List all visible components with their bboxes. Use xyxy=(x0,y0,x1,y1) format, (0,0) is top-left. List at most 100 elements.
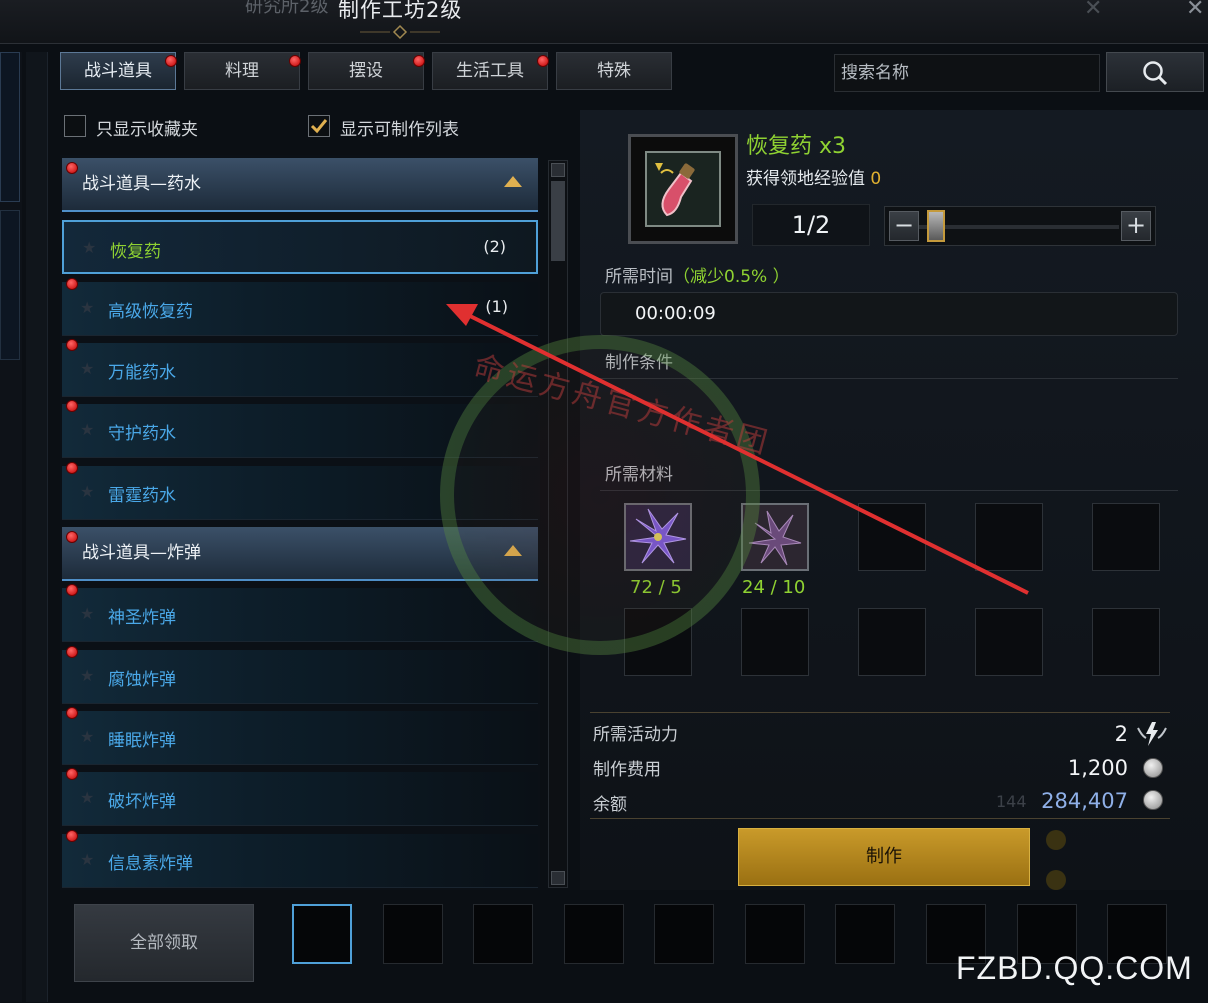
material-slot-empty xyxy=(975,503,1043,571)
recovery-potion-icon xyxy=(655,163,695,217)
scroll-thumb[interactable] xyxy=(551,181,565,261)
item-name: 守护药水 xyxy=(108,424,176,444)
favorite-star-icon[interactable]: ★ xyxy=(80,604,94,623)
item-name: 高级恢复药 xyxy=(108,302,193,322)
left-strip-tab[interactable] xyxy=(0,210,20,360)
favorite-star-icon[interactable]: ★ xyxy=(80,788,94,807)
purple-lily-icon xyxy=(629,508,687,564)
cost-label: 制作费用 xyxy=(593,760,661,780)
background-close-icon: ✕ xyxy=(1084,0,1103,21)
material-slot-empty xyxy=(1092,503,1160,571)
notification-dot xyxy=(66,162,78,174)
divider xyxy=(590,712,1170,713)
item-name: 信息素炸弹 xyxy=(108,854,193,874)
claim-all-button[interactable]: 全部领取 xyxy=(74,904,254,982)
favorite-star-icon[interactable]: ★ xyxy=(80,666,94,685)
list-item-pheromone-bomb[interactable]: ★ 信息素炸弹 xyxy=(62,830,538,888)
item-name: 破坏炸弹 xyxy=(108,792,176,812)
quantity-slider[interactable]: − + xyxy=(884,206,1156,246)
material-slot-empty xyxy=(624,608,692,676)
checkmark-icon xyxy=(310,119,328,134)
dark-lily-icon xyxy=(748,510,802,566)
favorite-star-icon[interactable]: ★ xyxy=(80,727,94,746)
list-scrollbar[interactable] xyxy=(548,160,568,888)
notification-dot xyxy=(66,400,78,412)
search-input[interactable]: 搜索名称 xyxy=(834,54,1100,92)
scroll-down-icon[interactable] xyxy=(551,871,565,885)
list-item-panacea[interactable]: ★ 万能药水 xyxy=(62,339,538,397)
divider xyxy=(590,818,1170,819)
favorites-only-checkbox[interactable] xyxy=(64,115,86,137)
search-icon xyxy=(1143,61,1168,86)
title-bar xyxy=(0,0,1208,44)
category-header-potions[interactable]: 战斗道具—药水 xyxy=(62,158,538,212)
notification-dot xyxy=(66,646,78,658)
material-slot-empty xyxy=(858,608,926,676)
list-item-destruction-bomb[interactable]: ★ 破坏炸弹 xyxy=(62,768,538,826)
status-dot-icon xyxy=(1046,830,1066,850)
favorite-star-icon[interactable]: ★ xyxy=(80,850,94,869)
list-item-corrosion-bomb[interactable]: ★ 腐蚀炸弹 xyxy=(62,646,538,704)
tab-special[interactable]: 特殊 xyxy=(556,52,672,90)
item-name-title: 恢复药 x3 xyxy=(746,134,847,159)
close-icon[interactable]: ✕ xyxy=(1186,0,1204,21)
material-quantity: 24 / 10 xyxy=(742,577,806,598)
notification-dot xyxy=(413,55,425,67)
status-dot-icon xyxy=(1046,870,1066,890)
craft-button[interactable]: 制作 xyxy=(738,828,1030,886)
slider-knob[interactable] xyxy=(927,210,945,242)
decrease-button[interactable]: − xyxy=(889,211,919,241)
output-slot[interactable] xyxy=(654,904,714,964)
left-sidebar-strip xyxy=(0,52,22,1002)
material-quantity: 72 / 5 xyxy=(630,577,682,598)
slider-track[interactable] xyxy=(919,225,1119,229)
category-header-bombs[interactable]: 战斗道具—炸弹 xyxy=(62,527,538,581)
output-slot[interactable] xyxy=(835,904,895,964)
notification-dot xyxy=(66,584,78,596)
silver-coin-icon xyxy=(1143,790,1163,810)
silver-coin-icon xyxy=(1143,758,1163,778)
tab-combat-items[interactable]: 战斗道具 xyxy=(60,52,177,90)
item-icon-frame xyxy=(628,134,738,244)
favorite-star-icon[interactable]: ★ xyxy=(80,420,94,439)
notification-dot xyxy=(537,55,549,67)
favorite-star-icon[interactable]: ★ xyxy=(80,359,94,378)
list-item-sleep-bomb[interactable]: ★ 睡眠炸弹 xyxy=(62,707,538,765)
collapse-caret-icon[interactable] xyxy=(504,545,522,556)
favorite-star-icon[interactable]: ★ xyxy=(80,482,94,501)
collapse-caret-icon[interactable] xyxy=(504,176,522,187)
search-button[interactable] xyxy=(1106,52,1204,92)
favorite-star-icon[interactable]: ★ xyxy=(82,238,96,257)
energy-wings-icon xyxy=(1137,722,1167,746)
increase-button[interactable]: + xyxy=(1121,211,1151,241)
notification-dot xyxy=(66,830,78,842)
tab-cooking[interactable]: 料理 xyxy=(184,52,301,90)
background-window-title: 研究所2级 xyxy=(245,0,329,17)
material-slot-empty xyxy=(975,608,1043,676)
material-slot-empty xyxy=(858,503,926,571)
output-slot[interactable] xyxy=(745,904,805,964)
left-strip-tab[interactable] xyxy=(0,52,20,202)
output-slot[interactable] xyxy=(473,904,533,964)
output-slot[interactable] xyxy=(292,904,352,964)
time-reduction: （减少0.5% ） xyxy=(673,267,790,287)
craftable-count: (2) xyxy=(483,237,506,256)
balance-value: 284,407 xyxy=(1041,789,1128,813)
scroll-up-icon[interactable] xyxy=(551,163,565,177)
list-item-guardian-potion[interactable]: ★ 守护药水 xyxy=(62,400,538,458)
favorite-star-icon[interactable]: ★ xyxy=(80,298,94,317)
tab-life-tools[interactable]: 生活工具 xyxy=(432,52,549,90)
material-slot[interactable] xyxy=(624,503,692,571)
output-slot[interactable] xyxy=(383,904,443,964)
craftable-only-checkbox[interactable] xyxy=(308,115,330,137)
cost-value: 1,200 xyxy=(1067,756,1128,780)
window-title: 制作工坊2级 xyxy=(338,0,463,22)
list-item-recovery-potion[interactable]: ★ 恢复药 (2) xyxy=(62,220,538,274)
list-item-thunder-potion[interactable]: ★ 雷霆药水 xyxy=(62,462,538,520)
materials-label: 所需材料 xyxy=(605,465,673,485)
output-slot[interactable] xyxy=(564,904,624,964)
list-item-holy-bomb[interactable]: ★ 神圣炸弹 xyxy=(62,584,538,642)
list-item-advanced-recovery-potion[interactable]: ★ 高级恢复药 (1) xyxy=(62,278,538,336)
tab-furnishing[interactable]: 摆设 xyxy=(308,52,425,90)
material-slot[interactable] xyxy=(741,503,809,571)
